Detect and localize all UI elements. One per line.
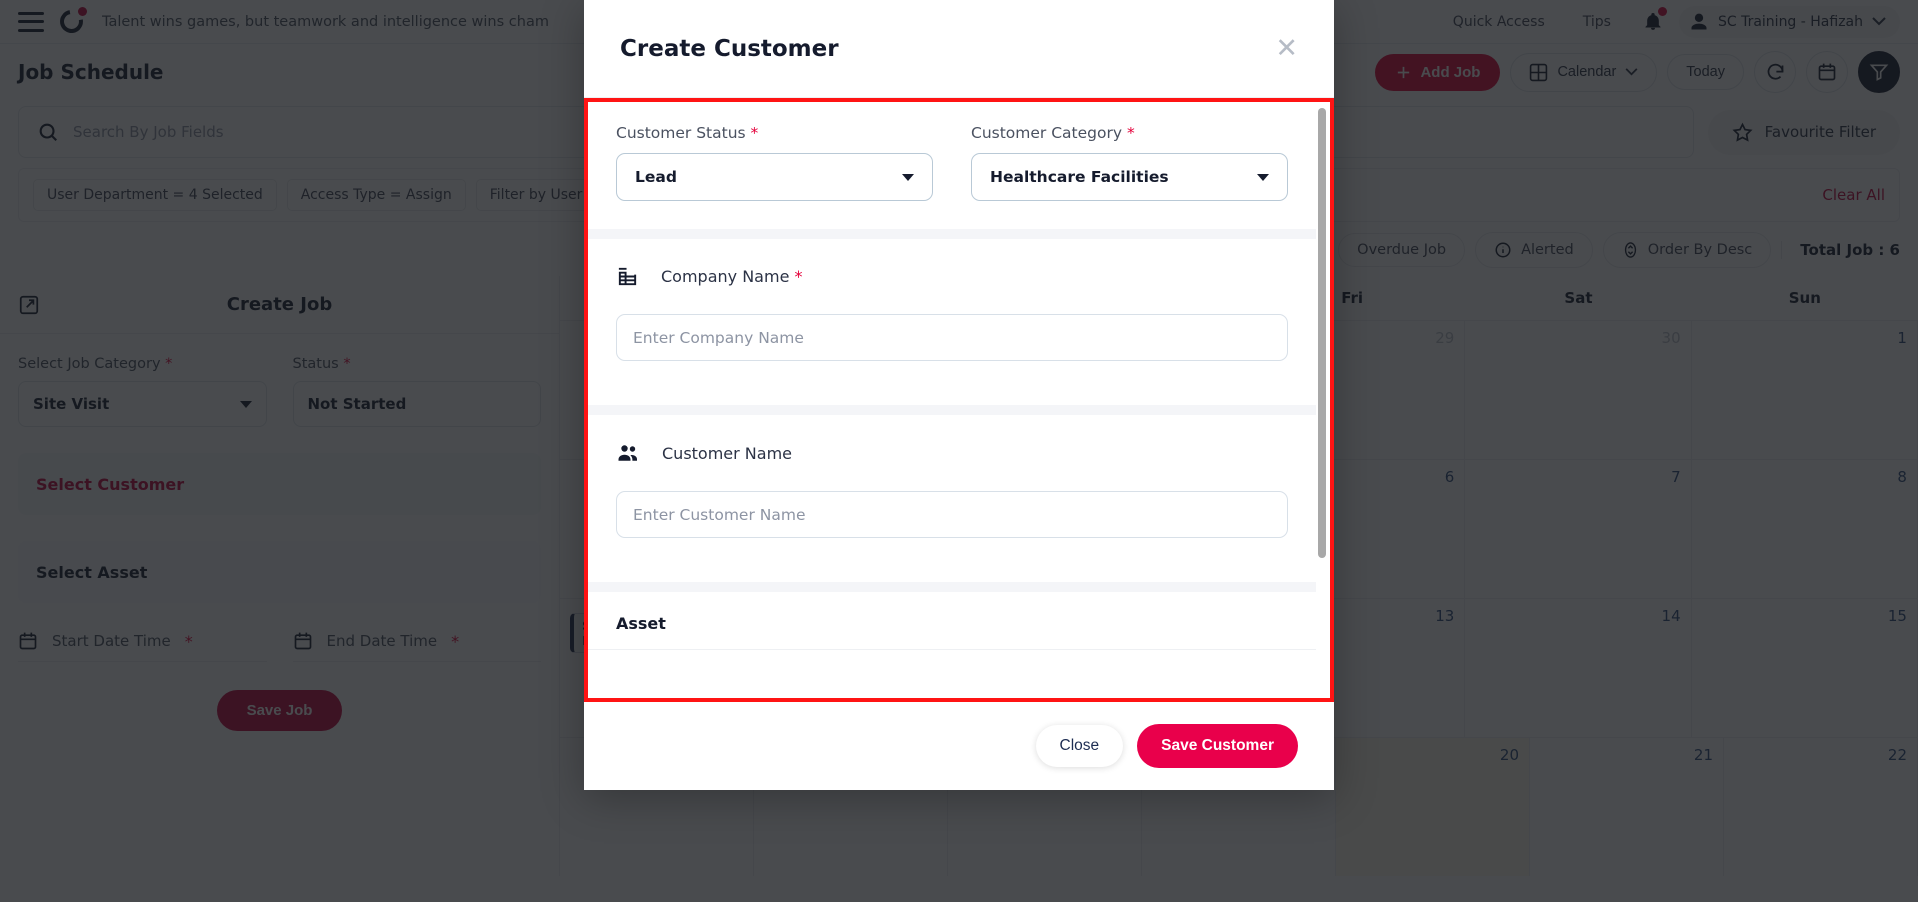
people-icon — [618, 445, 637, 461]
building-icon — [618, 267, 637, 286]
required-mark: * — [1126, 124, 1135, 142]
caret-down-icon — [902, 173, 914, 181]
dialog-title: Create Customer — [620, 35, 839, 62]
section-divider — [588, 405, 1316, 415]
close-button[interactable]: Close — [1035, 725, 1124, 767]
customer-name-section: Customer Name Enter Customer Name — [588, 415, 1316, 538]
company-name-section: Company Name * Enter Company Name — [588, 239, 1316, 361]
dialog-footer: Close Save Customer — [584, 702, 1334, 790]
section-divider — [588, 229, 1316, 239]
customer-category-select[interactable]: Healthcare Facilities — [971, 153, 1288, 201]
vertical-scrollbar[interactable] — [1318, 108, 1326, 558]
close-icon[interactable]: ✕ — [1275, 35, 1298, 62]
required-mark: * — [750, 124, 759, 142]
required-mark: * — [794, 267, 803, 286]
company-name-input[interactable]: Enter Company Name — [616, 314, 1288, 361]
customer-name-label: Customer Name — [662, 443, 793, 463]
save-customer-button[interactable]: Save Customer — [1137, 724, 1298, 768]
customer-status-select[interactable]: Lead — [616, 153, 933, 201]
section-divider — [588, 582, 1316, 592]
status-category-section: Customer Status * Lead Customer Category… — [588, 102, 1316, 201]
dialog-body-highlight: Customer Status * Lead Customer Category… — [584, 98, 1334, 702]
asset-section-heading: Asset — [588, 592, 1316, 650]
caret-down-icon — [1257, 173, 1269, 181]
customer-status-field: Customer Status * Lead — [616, 124, 933, 201]
create-customer-dialog: Create Customer ✕ Customer Status * Lead — [584, 0, 1334, 790]
customer-category-field: Customer Category * Healthcare Facilitie… — [971, 124, 1288, 201]
customer-category-value: Healthcare Facilities — [990, 168, 1169, 186]
customer-status-value: Lead — [635, 168, 677, 186]
customer-category-label: Customer Category * — [971, 124, 1135, 142]
company-name-label: Company Name * — [661, 267, 803, 286]
dialog-body: Customer Status * Lead Customer Category… — [588, 102, 1330, 698]
customer-status-label: Customer Status * — [616, 124, 759, 142]
dialog-header: Create Customer ✕ — [584, 0, 1334, 98]
customer-name-input[interactable]: Enter Customer Name — [616, 491, 1288, 538]
